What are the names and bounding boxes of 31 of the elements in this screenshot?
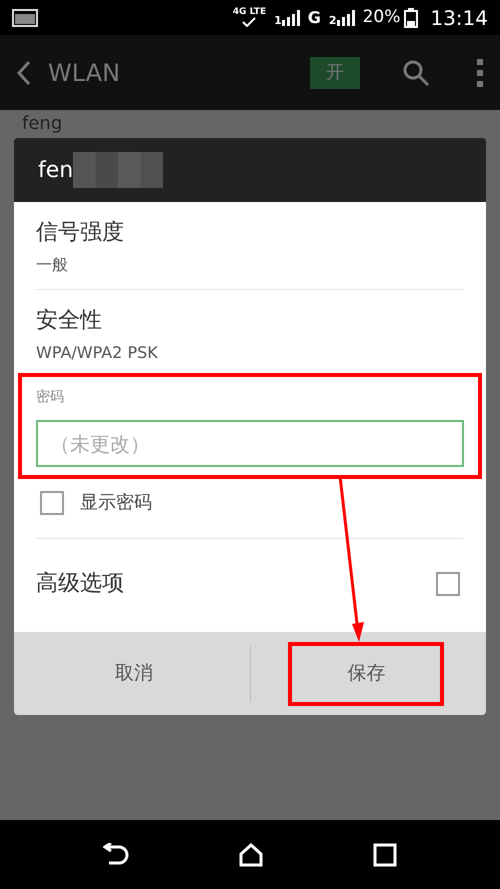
field-value: 一般: [36, 254, 69, 276]
dialog-title: fen: [38, 156, 74, 184]
back-button[interactable]: [103, 842, 129, 867]
field-label: 密码: [36, 388, 65, 407]
network-name: feng: [21, 112, 64, 134]
dialog-button[interactable]: 保存: [288, 642, 444, 706]
search-button[interactable]: [402, 58, 430, 86]
signal-icon: [282, 10, 300, 26]
checkbox[interactable]: [436, 572, 460, 596]
field-value: WPA/WPA2 PSK: [36, 342, 159, 364]
battery-icon: [404, 8, 418, 28]
home-button[interactable]: [239, 842, 263, 867]
option-label: 高级选项: [36, 570, 124, 598]
password-field[interactable]: （未更改）: [36, 420, 464, 467]
dialog-button[interactable]: 取消: [18, 642, 250, 706]
network-label: 4G LTE: [232, 8, 266, 17]
check-icon: [241, 17, 258, 27]
checkbox[interactable]: [40, 490, 64, 514]
overflow-menu-button[interactable]: [476, 58, 484, 86]
screen-title: WLAN: [48, 58, 120, 88]
signal-number: 2: [328, 14, 337, 26]
recent-apps-button[interactable]: [373, 842, 397, 867]
image-icon: [12, 8, 38, 28]
checkbox-label: 显示密码: [80, 491, 152, 515]
field-label: 信号强度: [36, 219, 125, 247]
field-label: 安全性: [36, 307, 103, 335]
signal-icon: [336, 10, 355, 26]
battery-percent: 20%: [362, 6, 400, 29]
signal-number: 1: [274, 14, 282, 26]
network-type: G: [308, 6, 321, 28]
clock: 13:14: [430, 4, 488, 32]
